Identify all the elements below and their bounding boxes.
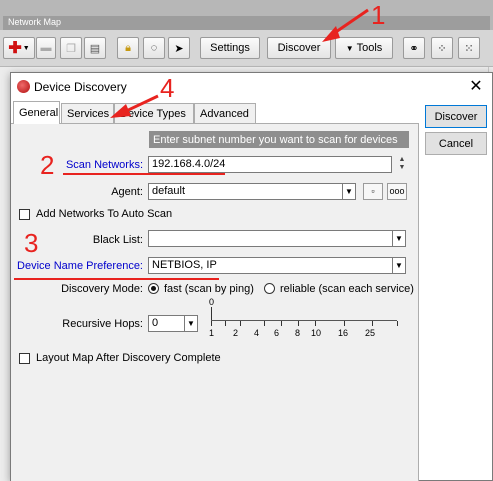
annotation-arrows xyxy=(110,8,369,118)
tab-general[interactable]: General xyxy=(13,101,60,124)
arrow-to-discover xyxy=(322,8,369,42)
arrow-to-services-tab xyxy=(110,94,159,118)
